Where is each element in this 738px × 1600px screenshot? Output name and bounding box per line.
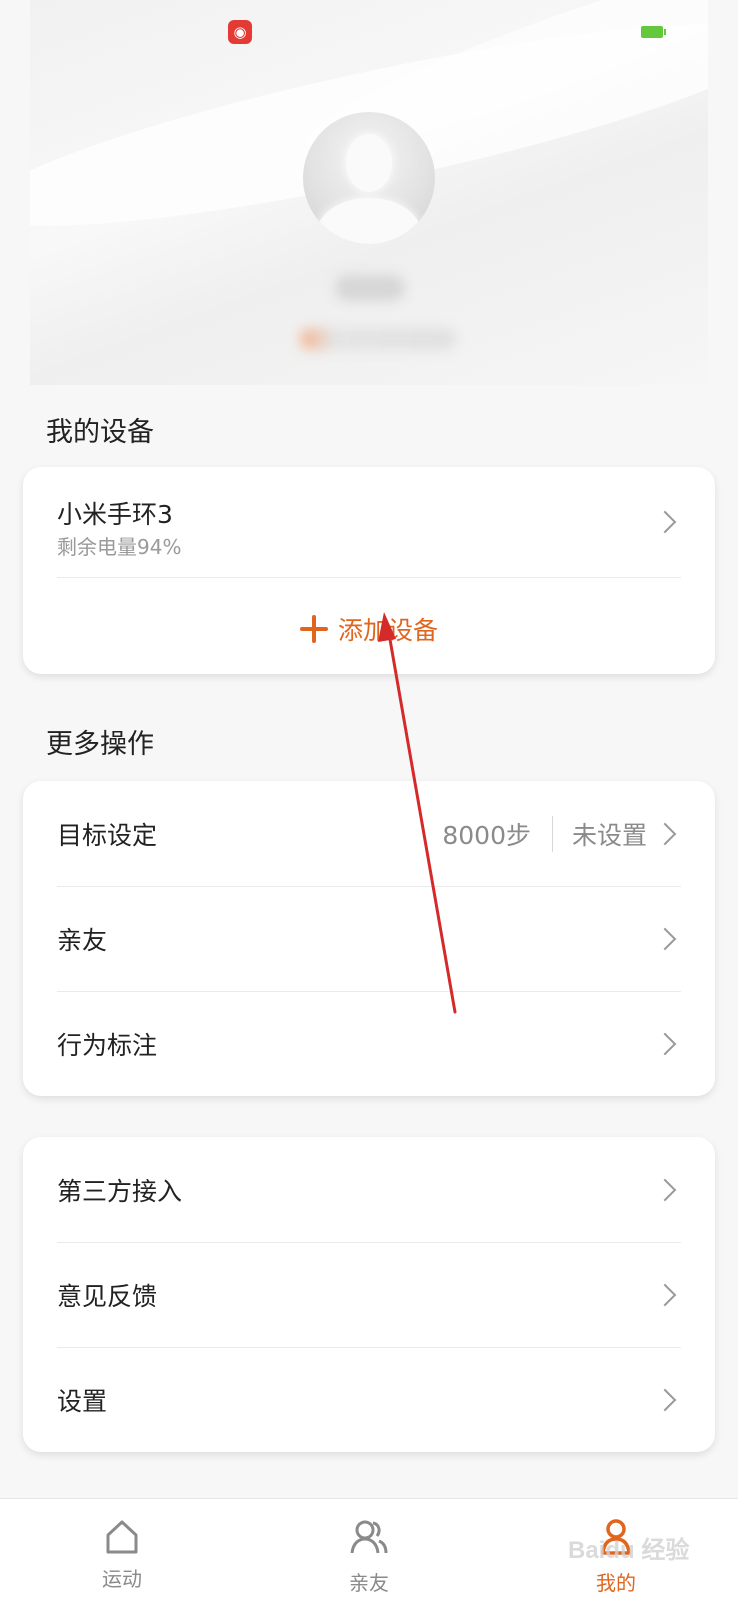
more-actions-card: 目标设定 8000步 未设置 亲友 行为标注 [23,781,715,1096]
settings-label: 设置 [57,1387,108,1416]
goal-setting-label: 目标设定 [57,821,158,850]
device-name: 小米手环3 [57,500,173,529]
chevron-right-icon [653,1388,677,1412]
nav-tab-sport[interactable]: 运动 [42,1499,202,1600]
devices-card: 小米手环3 剩余电量94% 添加设备 [23,467,715,674]
device-row[interactable]: 小米手环3 剩余电量94% [23,467,715,577]
friends-icon [350,1520,388,1554]
chevron-right-icon [653,510,677,534]
friends-row[interactable]: 亲友 [57,886,681,992]
behavior-label-row[interactable]: 行为标注 [57,991,681,1097]
chevron-right-icon [653,1032,677,1056]
nav-tab-friends[interactable]: 亲友 [289,1499,449,1600]
add-device-button[interactable]: 添加设备 [23,585,715,673]
chevron-right-icon [653,927,677,951]
chevron-right-icon [653,822,677,846]
settings-row[interactable]: 设置 [57,1347,681,1453]
plus-icon [299,615,328,643]
more-actions-title: 更多操作 [46,729,154,760]
status-bar: ◉ [0,14,738,50]
goal-status-value: 未设置 [571,821,647,850]
third-party-row[interactable]: 第三方接入 [57,1137,681,1243]
goal-steps-value: 8000步 [442,821,531,850]
avatar-head-silhouette [346,134,392,192]
battery-icon [641,26,666,38]
avatar-body-silhouette [317,198,421,244]
goal-setting-row[interactable]: 目标设定 8000步 未设置 [57,781,681,887]
baidu-watermark: Baidu 经验 [568,1537,690,1564]
add-device-label: 添加设备 [337,616,438,645]
profile-page: ◉ 我的设备 小米手环3 剩余电量94% 添加设备 更多操作 目标设定 8000… [0,0,738,1600]
behavior-label: 行为标注 [57,1031,158,1060]
my-devices-title: 我的设备 [46,417,154,448]
friends-label: 亲友 [57,926,108,955]
blurred-user-subtitle [300,328,456,350]
nav-label-mine: 我的 [596,1571,636,1595]
chevron-right-icon [653,1178,677,1202]
feedback-row[interactable]: 意见反馈 [57,1242,681,1348]
home-icon [106,1520,138,1554]
divider [57,577,681,578]
device-battery-text: 剩余电量94% [57,535,182,559]
goal-separator [552,816,553,852]
netease-music-icon: ◉ [228,20,252,44]
chevron-right-icon [653,1283,677,1307]
nav-label-sport: 运动 [102,1567,142,1591]
misc-card: 第三方接入 意见反馈 设置 [23,1137,715,1452]
blurred-username [335,275,405,301]
feedback-label: 意见反馈 [57,1282,158,1311]
avatar[interactable] [303,112,435,244]
nav-label-friends: 亲友 [349,1571,389,1595]
third-party-label: 第三方接入 [57,1177,183,1206]
